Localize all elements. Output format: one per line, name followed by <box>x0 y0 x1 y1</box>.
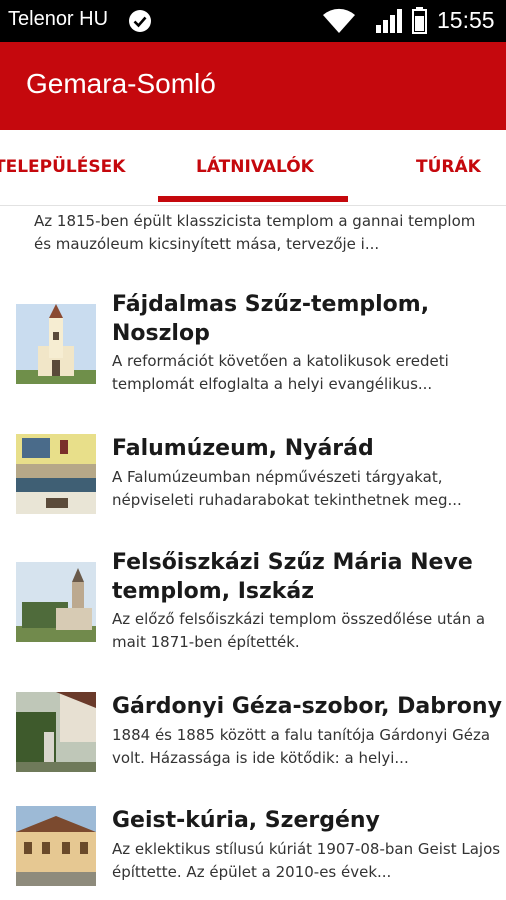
list-item-description: 1884 és 1885 között a falu tanítója Gárd… <box>112 726 491 767</box>
list-item-description: Az előző felsőiszkázi templom összedőlés… <box>112 610 486 651</box>
list-item-title: Falumúzeum, Nyárád <box>112 436 374 461</box>
list-item-title: Felsőiszkázi Szűz Mária Neve templom, Is… <box>112 550 473 604</box>
active-tab-indicator <box>158 196 348 202</box>
list-item-title: Gárdonyi Géza-szobor, Dabrony <box>112 694 502 719</box>
museum-thumbnail <box>16 434 96 514</box>
carrier-name: Telenor HU <box>8 8 109 30</box>
verified-icon <box>129 10 151 32</box>
signal-icon <box>376 9 402 33</box>
church-thumbnail <box>16 562 96 642</box>
church-thumbnail <box>16 304 96 384</box>
list-item[interactable]: Geist-kúria, Szergény Az eklektikus stíl… <box>0 806 506 896</box>
list-item-title: Fájdalmas Szűz-templom, Noszlop <box>112 292 430 346</box>
app-bar: Gemara-Somló <box>0 42 506 130</box>
status-bar: Telenor HU 15:55 <box>0 0 506 42</box>
list-item-description: A reformációt követően a katolikusok ere… <box>112 352 449 393</box>
list-item[interactable]: Gárdonyi Géza-szobor, Dabrony 1884 és 18… <box>0 692 506 782</box>
tab-bar: TELEPÜLÉSEK LÁTNIVALÓK TÚRÁK <box>0 130 506 206</box>
list-item[interactable]: Falumúzeum, Nyárád A Falumúzeumban népmű… <box>0 434 506 524</box>
list-item-description: A Falumúzeumban népművészeti tárgyakat, … <box>112 468 462 509</box>
wifi-icon <box>323 8 355 33</box>
app-title: Gemara-Somló <box>26 68 216 99</box>
list-item[interactable]: Felsőiszkázi Szűz Mária Neve templom, Is… <box>0 548 506 658</box>
list-item-title: Geist-kúria, Szergény <box>112 808 380 833</box>
manor-thumbnail <box>16 806 96 886</box>
clock: 15:55 <box>437 7 495 33</box>
list-item[interactable]: Fájdalmas Szűz-templom, Noszlop A reform… <box>0 290 506 400</box>
tab-latnivalok[interactable]: LÁTNIVALÓK <box>196 157 314 177</box>
list-item-description: Az eklektikus stílusú kúriát 1907-08-ban… <box>112 840 501 881</box>
list-item-description[interactable]: Az 1815-ben épült klasszicista templom a… <box>34 210 494 256</box>
sights-list[interactable]: Az 1815-ben épült klasszicista templom a… <box>0 206 506 900</box>
battery-icon <box>412 7 427 34</box>
statue-thumbnail <box>16 692 96 772</box>
tab-telepulesek[interactable]: TELEPÜLÉSEK <box>0 157 125 177</box>
tab-turak[interactable]: TÚRÁK <box>416 157 481 177</box>
